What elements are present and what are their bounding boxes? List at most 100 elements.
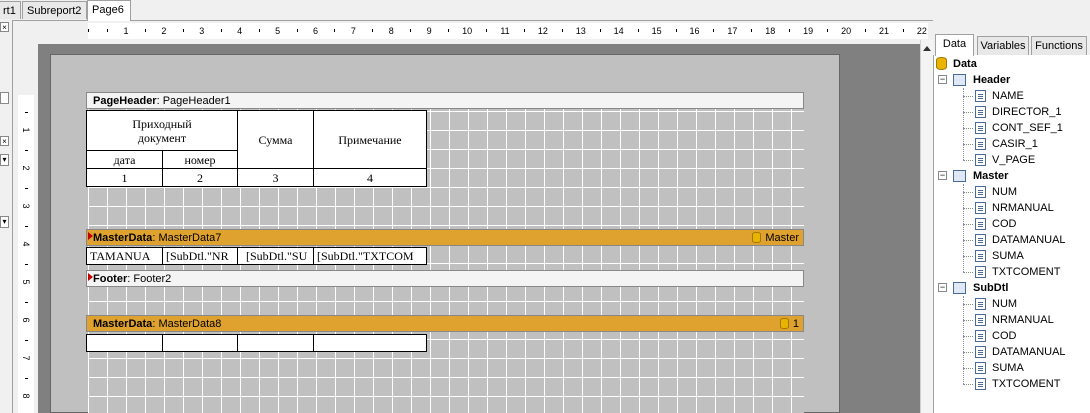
tab-report1[interactable]: rt1: [0, 1, 21, 19]
detail-cell-3[interactable]: [SubDtl."SU: [237, 247, 314, 265]
left-tool-strip: × × ▾ ▾: [0, 20, 13, 413]
ruler-mark: [713, 29, 715, 32]
band-name-label: MasterData8: [158, 318, 222, 330]
band-flag-icon: [88, 232, 93, 240]
tree-field[interactable]: SUMA: [992, 248, 1024, 264]
tree-connector: [963, 208, 973, 209]
tree-connector: [963, 128, 973, 129]
tree-field[interactable]: NRMANUAL: [992, 200, 1054, 216]
tree-connector: [963, 184, 964, 272]
band-dataset-ref: Master: [752, 230, 799, 247]
tree-connector: [963, 256, 973, 257]
ruler-mark: [25, 112, 28, 113]
ruler-tick-label: 19: [803, 26, 814, 36]
panel-button[interactable]: [0, 92, 9, 104]
tree-connector: [963, 88, 964, 160]
header-cell-number[interactable]: номер: [162, 150, 238, 169]
detail-cell-1[interactable]: TAMANUA: [86, 247, 163, 265]
header-cell-doc[interactable]: Приходный документ: [86, 110, 238, 151]
header-cell-n3[interactable]: 3: [237, 168, 314, 187]
tab-page6[interactable]: Page6: [87, 0, 131, 21]
tree-field[interactable]: NUM: [992, 296, 1017, 312]
tree-field[interactable]: NAME: [992, 88, 1024, 104]
detail-cell-empty[interactable]: [162, 334, 238, 352]
collapse-icon[interactable]: −: [938, 171, 947, 180]
tree-dataset-master[interactable]: Master: [973, 168, 1008, 184]
tree-connector: [963, 224, 973, 225]
tree-field[interactable]: NUM: [992, 184, 1017, 200]
tree-field[interactable]: CASIR_1: [992, 136, 1038, 152]
detail-cell-empty[interactable]: [313, 334, 427, 352]
header-note-text: Примечание: [338, 132, 402, 147]
band-pageheader-title[interactable]: PageHeader: PageHeader1: [86, 92, 804, 109]
band-flag-icon: [88, 273, 93, 281]
header-cell-note[interactable]: Примечание: [313, 110, 427, 169]
database-icon: [752, 232, 762, 243]
tree-field[interactable]: V_PAGE: [992, 152, 1035, 168]
tab-functions[interactable]: Functions: [1031, 36, 1087, 55]
header-cell-n1[interactable]: 1: [86, 168, 163, 187]
tree-field[interactable]: COD: [992, 216, 1016, 232]
tree-field[interactable]: SUMA: [992, 360, 1024, 376]
close-icon[interactable]: ×: [0, 22, 9, 32]
band-footer2-title[interactable]: Footer: Footer2: [86, 270, 804, 287]
field-icon: [975, 330, 986, 342]
collapse-icon[interactable]: −: [938, 75, 947, 84]
tree-field[interactable]: DIRECTOR_1: [992, 104, 1061, 120]
ruler-tick-label: 7: [350, 26, 356, 36]
ruler-tick-label: 3: [21, 203, 31, 209]
detail-cell-empty[interactable]: [237, 334, 314, 352]
collapse-icon[interactable]: −: [938, 283, 947, 292]
ruler-mark: [637, 29, 639, 32]
ruler-mark: [789, 29, 791, 32]
ruler-tick-label: 15: [651, 26, 662, 36]
ruler-tick-label: 4: [21, 241, 31, 247]
tree-field[interactable]: DATAMANUAL: [992, 344, 1066, 360]
band-name-label: MasterData7: [158, 232, 222, 244]
close-icon[interactable]: ×: [0, 136, 9, 146]
tree-dataset-subdtl[interactable]: SubDtl: [973, 280, 1008, 296]
header-cell-sum[interactable]: Сумма: [237, 110, 314, 169]
band-masterdata7-title[interactable]: MasterData: MasterData7 Master: [86, 229, 804, 246]
band-type-label: MasterData: [93, 232, 153, 244]
ruler-mark: [334, 29, 336, 32]
detail-cell-empty[interactable]: [86, 334, 163, 352]
tree-root-data[interactable]: Data: [953, 56, 977, 72]
tree-field[interactable]: TXTCOMENT: [992, 264, 1060, 280]
canvas-vertical-scrollbar[interactable]: [920, 40, 934, 413]
tree-connector: [963, 160, 973, 161]
band-name-label: PageHeader1: [162, 95, 231, 107]
tree-field[interactable]: DATAMANUAL: [992, 232, 1066, 248]
tab-subreport2[interactable]: Subreport2: [22, 1, 87, 19]
dataset-icon: [953, 282, 966, 294]
ruler-tick-label: 22: [916, 26, 927, 36]
ruler-tick-label: 18: [765, 26, 776, 36]
header-cell-n4[interactable]: 4: [313, 168, 427, 187]
tree-dataset-header[interactable]: Header: [973, 72, 1010, 88]
header-cell-n2[interactable]: 2: [162, 168, 238, 187]
ruler-mark: [88, 29, 89, 32]
tab-variables[interactable]: Variables: [977, 36, 1029, 55]
ruler-tick-label: 11: [500, 26, 510, 36]
tree-field[interactable]: CONT_SEF_1: [992, 120, 1063, 136]
scroll-up-icon[interactable]: [923, 46, 931, 51]
tree-connector: [963, 384, 973, 385]
ruler-mark: [410, 29, 412, 32]
header-cell-date[interactable]: дата: [86, 150, 163, 169]
band-masterdata8-title[interactable]: MasterData: MasterData8 1: [86, 315, 804, 332]
field-icon: [975, 202, 986, 214]
detail-cell-2[interactable]: [SubDtl."NR: [162, 247, 238, 265]
field-icon: [975, 234, 986, 246]
ruler-tick-label: 10: [462, 26, 473, 36]
tab-data[interactable]: Data: [935, 34, 974, 56]
detail-cell-4[interactable]: [SubDtl."TXTCOM: [313, 247, 427, 265]
dropdown-icon[interactable]: ▾: [0, 216, 9, 228]
dropdown-icon[interactable]: ▾: [0, 154, 9, 166]
ruler-tick-label: 6: [21, 317, 31, 323]
tree-connector: [963, 368, 973, 369]
tree-field[interactable]: TXTCOMENT: [992, 376, 1060, 392]
header-n3-text: 3: [272, 170, 279, 185]
tree-field[interactable]: NRMANUAL: [992, 312, 1054, 328]
tree-field[interactable]: COD: [992, 328, 1016, 344]
ruler-mark: [448, 29, 450, 32]
